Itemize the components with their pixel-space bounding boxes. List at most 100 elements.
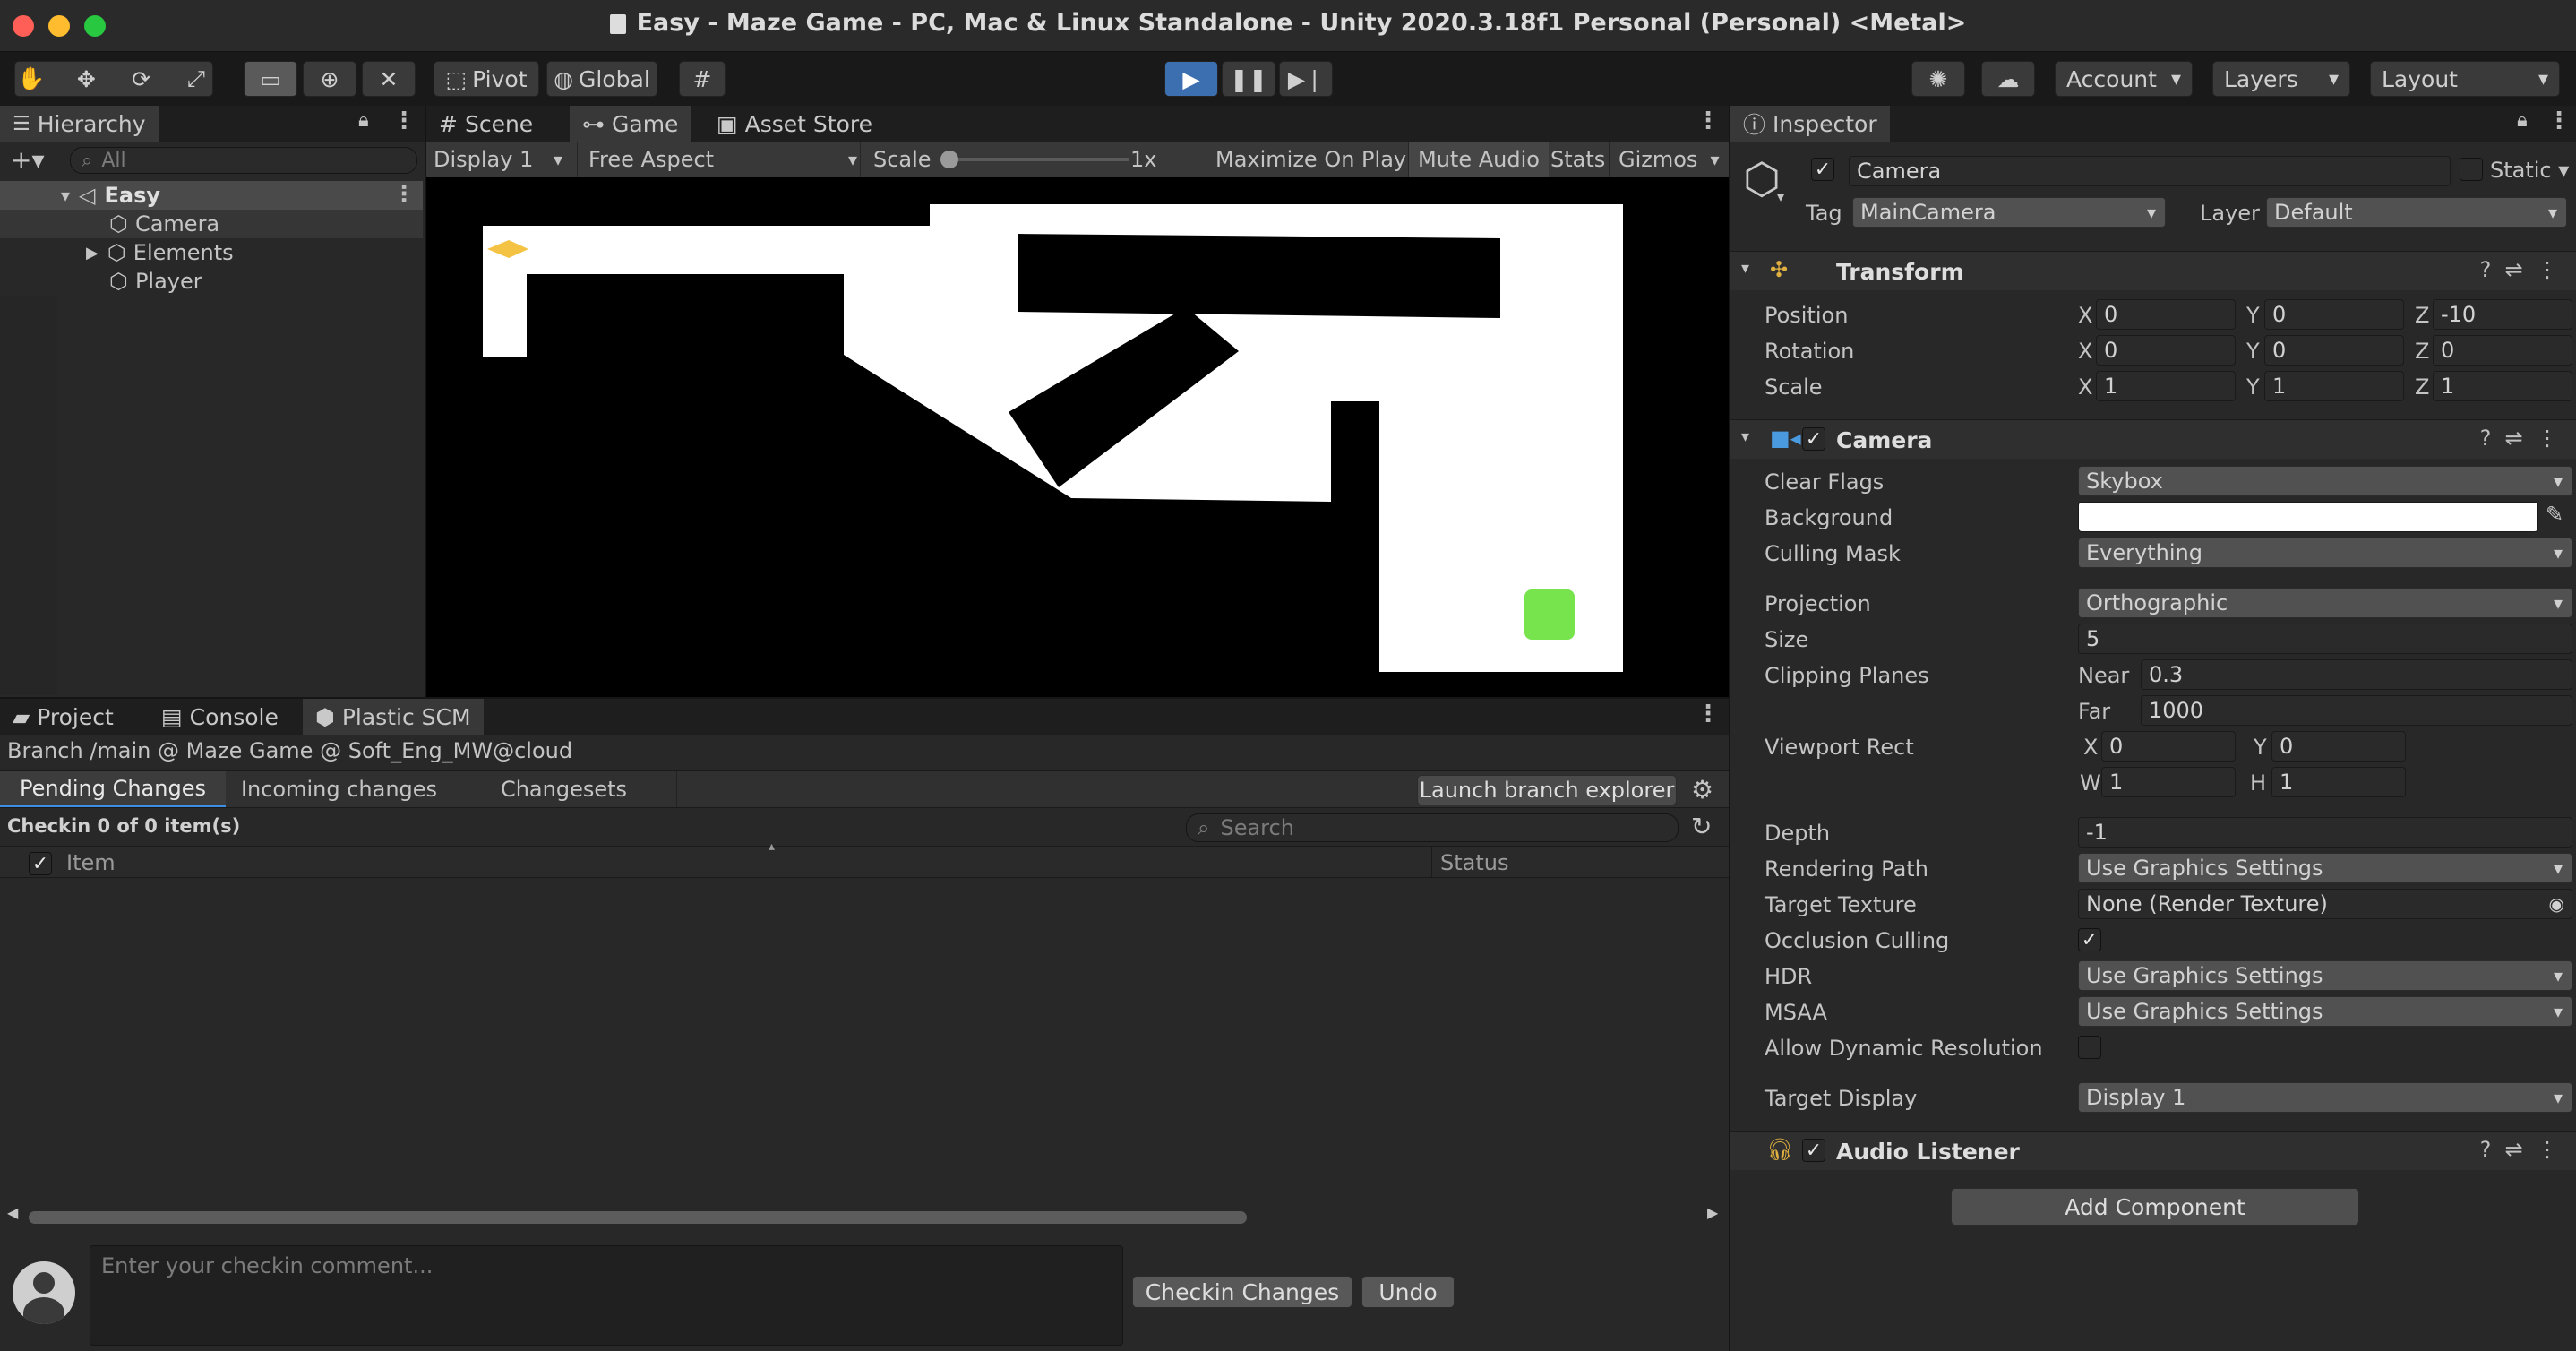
lock-icon[interactable]: 🔒︎	[358, 109, 369, 132]
position-y-field[interactable]: 0	[2264, 299, 2404, 330]
tab-inspector[interactable]: ⓘ Inspector	[1730, 106, 1890, 142]
hierarchy-search-input[interactable]: ⌕ All	[70, 147, 417, 174]
position-z-field[interactable]: -10	[2433, 299, 2572, 330]
rotate-tool-icon[interactable]: ⟳	[125, 66, 158, 92]
rotation-x-field[interactable]: 0	[2096, 335, 2236, 366]
tab-console[interactable]: ▤ Console	[149, 699, 291, 735]
size-field[interactable]: 5	[2078, 624, 2572, 654]
audio-listener-enabled-checkbox[interactable]: ✓	[1802, 1139, 1825, 1162]
launch-branch-explorer-button[interactable]: Launch branch explorer	[1417, 775, 1677, 805]
inspector-menu-icon[interactable]: ⋮	[2547, 108, 2571, 134]
hierarchy-item-elements[interactable]: ▶ ⬡ Elements	[0, 238, 423, 267]
foldout-arrow-icon[interactable]: ▾	[1741, 259, 1749, 278]
transform-tool-icon[interactable]: ⊕	[303, 61, 356, 97]
hierarchy-item-player[interactable]: ⬡ Player	[0, 267, 423, 296]
hierarchy-menu-icon[interactable]: ⋮	[392, 108, 416, 134]
gizmos-toggle[interactable]: Gizmos ▾	[1609, 142, 1728, 177]
object-picker-icon[interactable]: ◉	[2549, 893, 2564, 915]
cloud-icon[interactable]: ☁	[1981, 61, 2035, 97]
presets-icon[interactable]: ⇌	[2505, 257, 2523, 282]
scm-search-input[interactable]: ⌕ Search	[1186, 813, 1679, 842]
step-button[interactable]: ▶❘	[1279, 61, 1333, 97]
undo-button[interactable]: Undo	[1361, 1276, 1455, 1308]
projection-dropdown[interactable]: Orthographic	[2078, 588, 2572, 618]
background-color-field[interactable]	[2078, 502, 2538, 532]
active-checkbox[interactable]: ✓	[1811, 158, 1834, 181]
pause-button[interactable]: ❚❚	[1222, 61, 1275, 97]
transform-header[interactable]: ▾ ✣ Transform ? ⇌ ⋮	[1730, 251, 2576, 290]
scroll-left-icon[interactable]: ◀	[7, 1204, 18, 1221]
refresh-icon[interactable]: ↻	[1691, 812, 1712, 841]
scale-tool-icon[interactable]: ⤢	[180, 65, 212, 92]
scene-row[interactable]: ▾ ◁ Easy ⋮	[0, 181, 423, 210]
rotation-y-field[interactable]: 0	[2264, 335, 2404, 366]
display-dropdown[interactable]: Display 1 ▾	[434, 142, 577, 177]
scale-y-field[interactable]: 1	[2264, 371, 2404, 401]
layer-dropdown[interactable]: Default	[2266, 197, 2567, 228]
far-field[interactable]: 1000	[2141, 695, 2572, 726]
near-field[interactable]: 0.3	[2141, 659, 2572, 690]
subtab-incoming-changes[interactable]: Incoming changes	[228, 771, 451, 807]
settings-gear-icon[interactable]: ⚙	[1691, 775, 1713, 805]
hdr-dropdown[interactable]: Use Graphics Settings	[2078, 960, 2572, 991]
dynamic-resolution-checkbox[interactable]	[2078, 1036, 2101, 1059]
scale-slider-track[interactable]	[942, 158, 1129, 161]
expand-arrow-icon[interactable]: ▾	[61, 185, 70, 206]
help-icon[interactable]: ?	[2480, 257, 2492, 282]
target-texture-field[interactable]: None (Render Texture) ◉	[2078, 889, 2572, 919]
layers-dropdown[interactable]: Layers	[2212, 61, 2350, 97]
help-icon[interactable]: ?	[2480, 426, 2492, 451]
game-menu-icon[interactable]: ⋮	[1696, 108, 1720, 134]
global-toggle[interactable]: ◍ Global	[546, 61, 657, 97]
component-menu-icon[interactable]: ⋮	[2537, 426, 2558, 451]
scroll-right-icon[interactable]: ▶	[1707, 1204, 1718, 1221]
maximize-on-play-toggle[interactable]: Maximize On Play	[1206, 142, 1415, 177]
tab-plastic-scm[interactable]: ⬢ Plastic SCM	[303, 699, 484, 735]
collapsed-arrow-icon[interactable]: ▶	[86, 244, 99, 262]
mute-audio-toggle[interactable]: Mute Audio	[1408, 142, 1549, 177]
hierarchy-item-camera[interactable]: ⬡ Camera	[0, 210, 423, 238]
lighting-icon[interactable]: ✺	[1911, 61, 1965, 97]
depth-field[interactable]: -1	[2078, 817, 2572, 848]
icon-picker-arrow[interactable]: ▾	[1777, 188, 1784, 205]
scale-x-field[interactable]: 1	[2096, 371, 2236, 401]
presets-icon[interactable]: ⇌	[2505, 426, 2523, 451]
static-checkbox[interactable]	[2460, 158, 2483, 181]
camera-enabled-checkbox[interactable]: ✓	[1802, 427, 1825, 451]
account-dropdown[interactable]: Account	[2055, 61, 2193, 97]
subtab-changesets[interactable]: Changesets	[451, 771, 677, 807]
add-icon[interactable]: +▾	[11, 145, 45, 175]
scale-slider-thumb[interactable]	[940, 151, 958, 168]
layout-dropdown[interactable]: Layout	[2370, 61, 2560, 97]
msaa-dropdown[interactable]: Use Graphics Settings	[2078, 996, 2572, 1027]
tab-scene[interactable]: # Scene	[426, 106, 545, 142]
tab-hierarchy[interactable]: ☰ Hierarchy	[0, 106, 159, 142]
rotation-z-field[interactable]: 0	[2433, 335, 2572, 366]
eyedropper-icon[interactable]: ✎	[2546, 502, 2563, 527]
static-dropdown[interactable]: Static ▾	[2490, 158, 2569, 183]
target-display-dropdown[interactable]: Display 1	[2078, 1082, 2572, 1113]
lock-icon[interactable]: 🔒︎	[2517, 109, 2528, 132]
scrollbar-thumb[interactable]	[29, 1211, 1247, 1224]
checkin-changes-button[interactable]: Checkin Changes	[1132, 1276, 1352, 1308]
camera-component-header[interactable]: ▾ ■◂ ✓ Camera ? ⇌ ⋮	[1730, 419, 2576, 459]
viewport-y-field[interactable]: 0	[2271, 731, 2406, 762]
column-status[interactable]: Status	[1440, 850, 1508, 875]
component-menu-icon[interactable]: ⋮	[2537, 257, 2558, 282]
custom-tool-icon[interactable]: ✕	[362, 61, 416, 97]
grid-snap-icon[interactable]: #	[679, 61, 726, 97]
component-menu-icon[interactable]: ⋮	[2537, 1137, 2558, 1162]
viewport-x-field[interactable]: 0	[2101, 731, 2236, 762]
help-icon[interactable]: ?	[2480, 1137, 2492, 1162]
add-component-button[interactable]: Add Component	[1951, 1188, 2359, 1226]
game-view[interactable]	[426, 177, 1729, 697]
scene-menu-icon[interactable]: ⋮	[392, 181, 416, 208]
column-item[interactable]: Item	[66, 850, 116, 875]
pivot-toggle[interactable]: ⬚ Pivot	[434, 61, 539, 97]
foldout-arrow-icon[interactable]: ▾	[1741, 427, 1749, 446]
subtab-pending-changes[interactable]: Pending Changes	[0, 771, 226, 807]
checkin-comment-input[interactable]: Enter your checkin comment...	[90, 1245, 1123, 1346]
stats-toggle[interactable]: Stats	[1541, 142, 1614, 177]
hand-tool-icon[interactable]: ✋	[15, 65, 47, 92]
horizontal-scrollbar[interactable]: ◀ ▶	[0, 1204, 1729, 1227]
